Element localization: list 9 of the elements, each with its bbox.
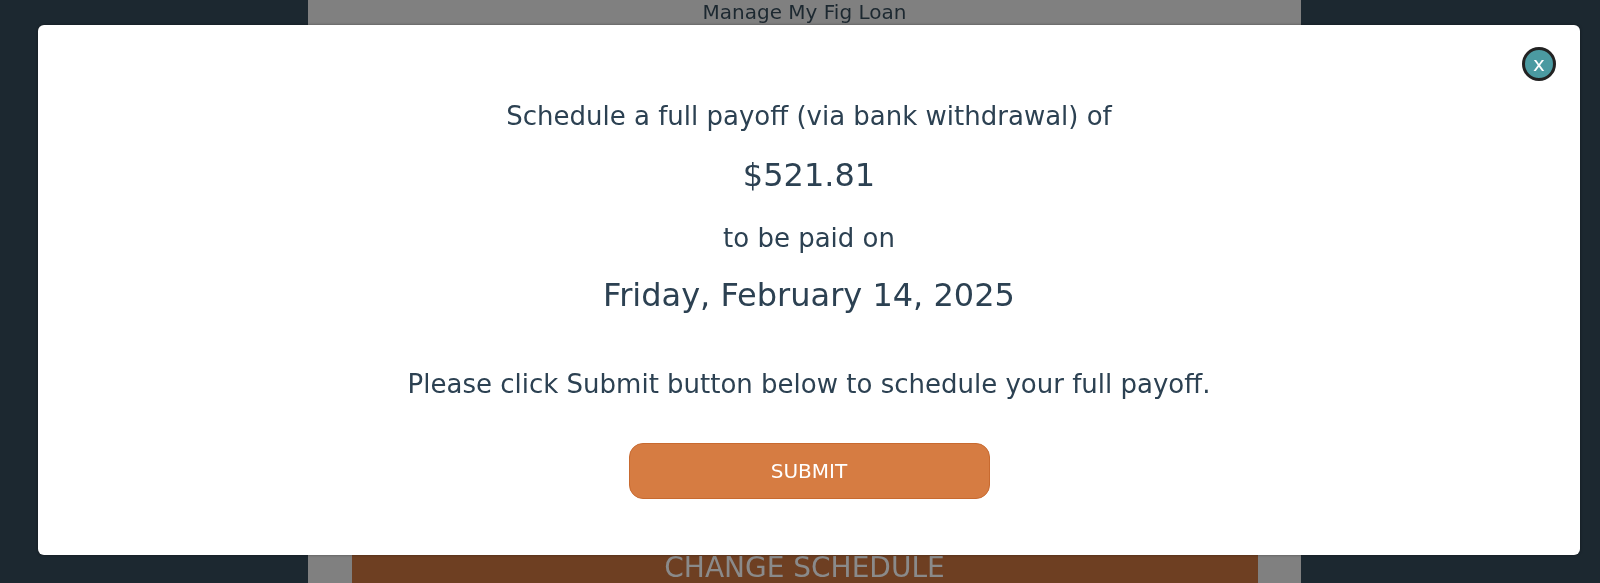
page-title: Manage My Fig Loan [702, 1, 907, 23]
close-button[interactable]: x [1522, 47, 1556, 81]
instruction-text: Please click Submit button below to schedule your full payoff. [407, 368, 1211, 401]
payment-date: Friday, February 14, 2025 [603, 275, 1015, 315]
payoff-text: Schedule a full payoff (via bank withdrawal) of [506, 100, 1112, 133]
payoff-amount: $521.81 [742, 155, 876, 195]
submit-button[interactable]: SUBMIT [628, 443, 990, 499]
date-label: to be paid on [723, 222, 895, 255]
change-schedule-button[interactable]: CHANGE SCHEDULE [351, 553, 1258, 583]
